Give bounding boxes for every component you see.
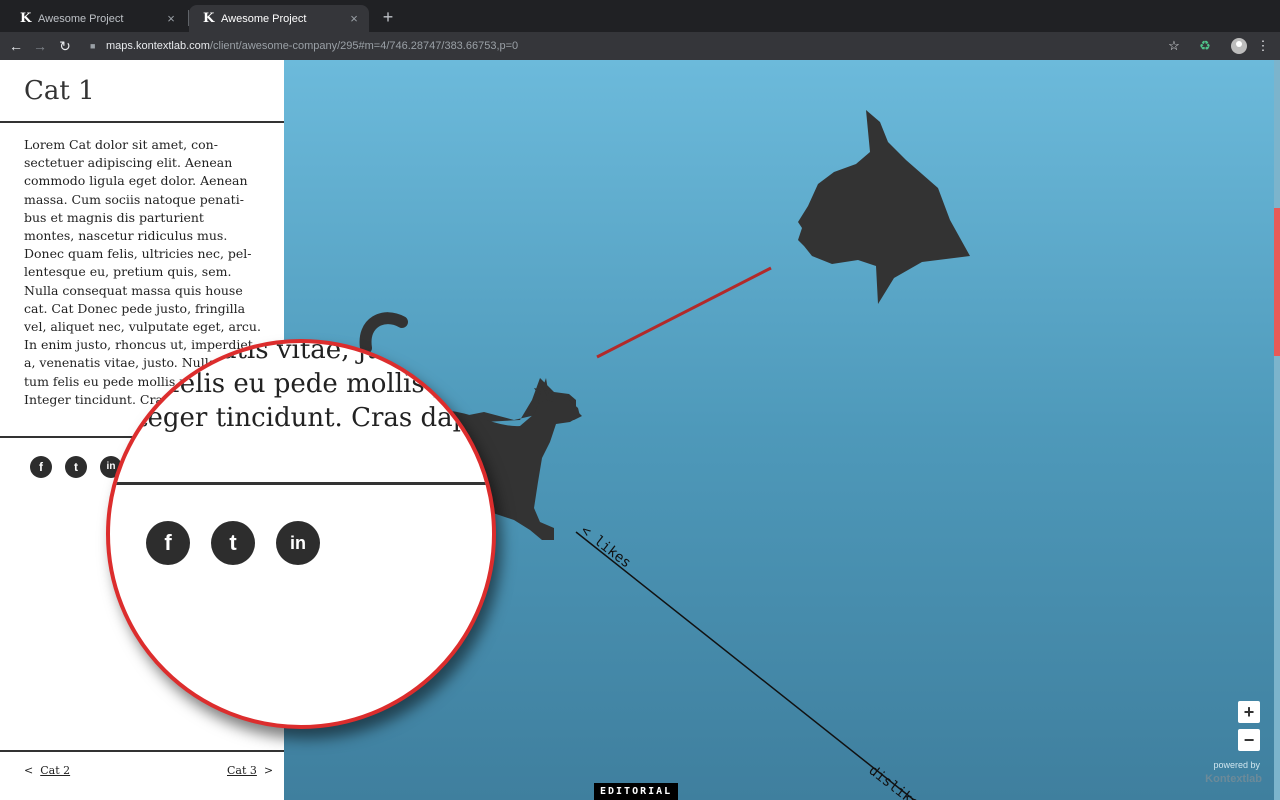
twitter-icon: t	[211, 521, 255, 565]
map-scroll-thumb[interactable]	[1274, 208, 1280, 356]
reload-icon[interactable]: ↻	[55, 36, 75, 56]
prev-arrow-icon: <	[24, 764, 34, 777]
next-arrow-icon: >	[263, 764, 274, 777]
prev-story-link[interactable]: < Cat 2	[24, 764, 70, 777]
laser-line	[596, 266, 772, 359]
kontextlab-favicon-icon: K	[20, 11, 32, 26]
powered-by-label: powered by	[1213, 760, 1260, 770]
zoom-out-button[interactable]: −	[1238, 729, 1260, 751]
linkedin-icon: in	[276, 521, 320, 565]
prev-story-label[interactable]: Cat 2	[40, 764, 70, 777]
dislikes-axis-label: dislikes	[866, 763, 929, 800]
close-icon[interactable]: ×	[164, 11, 178, 26]
magnified-divider	[110, 482, 492, 485]
bookmark-star-icon[interactable]: ☆	[1164, 36, 1184, 56]
magnified-body-text: a, venenatis vitae, justo. Null tum feli…	[110, 339, 496, 433]
editorial-badge[interactable]: EDITORIAL	[594, 783, 679, 800]
url-path: /client/awesome-company/295#m=4/746.2874…	[209, 40, 519, 52]
lock-icon: ■	[90, 41, 96, 51]
browser-toolbar: ← → ↻ ■ maps.kontextlab.com/client/awesom…	[0, 32, 1280, 60]
url-host: maps.kontextlab.com	[106, 40, 210, 52]
menu-kebab-icon[interactable]: ⋮	[1253, 36, 1273, 56]
close-icon[interactable]: ×	[347, 11, 361, 26]
kontextlab-logo[interactable]: Kontextlab	[1184, 773, 1262, 785]
footer-divider	[0, 750, 284, 752]
likes-axis-label: < likes	[578, 523, 634, 572]
browser-tab-1[interactable]: K Awesome Project ×	[6, 5, 186, 32]
magnifier-callout: a, venenatis vitae, justo. Null tum feli…	[106, 339, 496, 729]
facebook-icon: f	[146, 521, 190, 565]
map-scrollbar[interactable]	[1274, 60, 1280, 800]
likes-dislikes-axis	[575, 531, 915, 800]
tab-title: Awesome Project	[221, 12, 307, 25]
twitter-icon[interactable]: t	[65, 456, 87, 478]
page-title: Cat 1	[24, 76, 95, 106]
next-story-link[interactable]: Cat 3 >	[227, 764, 273, 777]
kontextlab-favicon-icon: K	[203, 11, 215, 26]
forward-arrow-icon[interactable]: →	[30, 36, 50, 56]
title-divider	[0, 121, 284, 123]
profile-avatar[interactable]	[1231, 38, 1247, 54]
cat-head-silhouette	[798, 110, 970, 304]
address-bar[interactable]: ■ maps.kontextlab.com/client/awesome-comp…	[90, 36, 518, 56]
next-story-label[interactable]: Cat 3	[227, 764, 257, 777]
facebook-icon[interactable]: f	[30, 456, 52, 478]
browser-tab-2[interactable]: K Awesome Project ×	[189, 5, 369, 32]
back-arrow-icon[interactable]: ←	[6, 36, 26, 56]
new-tab-button[interactable]: +	[378, 6, 398, 28]
zoom-in-button[interactable]: +	[1238, 701, 1260, 723]
tab-title: Awesome Project	[38, 12, 124, 25]
extension-icon[interactable]: ♻	[1195, 36, 1215, 56]
browser-tab-bar: K Awesome Project × K Awesome Project × …	[0, 0, 1280, 32]
